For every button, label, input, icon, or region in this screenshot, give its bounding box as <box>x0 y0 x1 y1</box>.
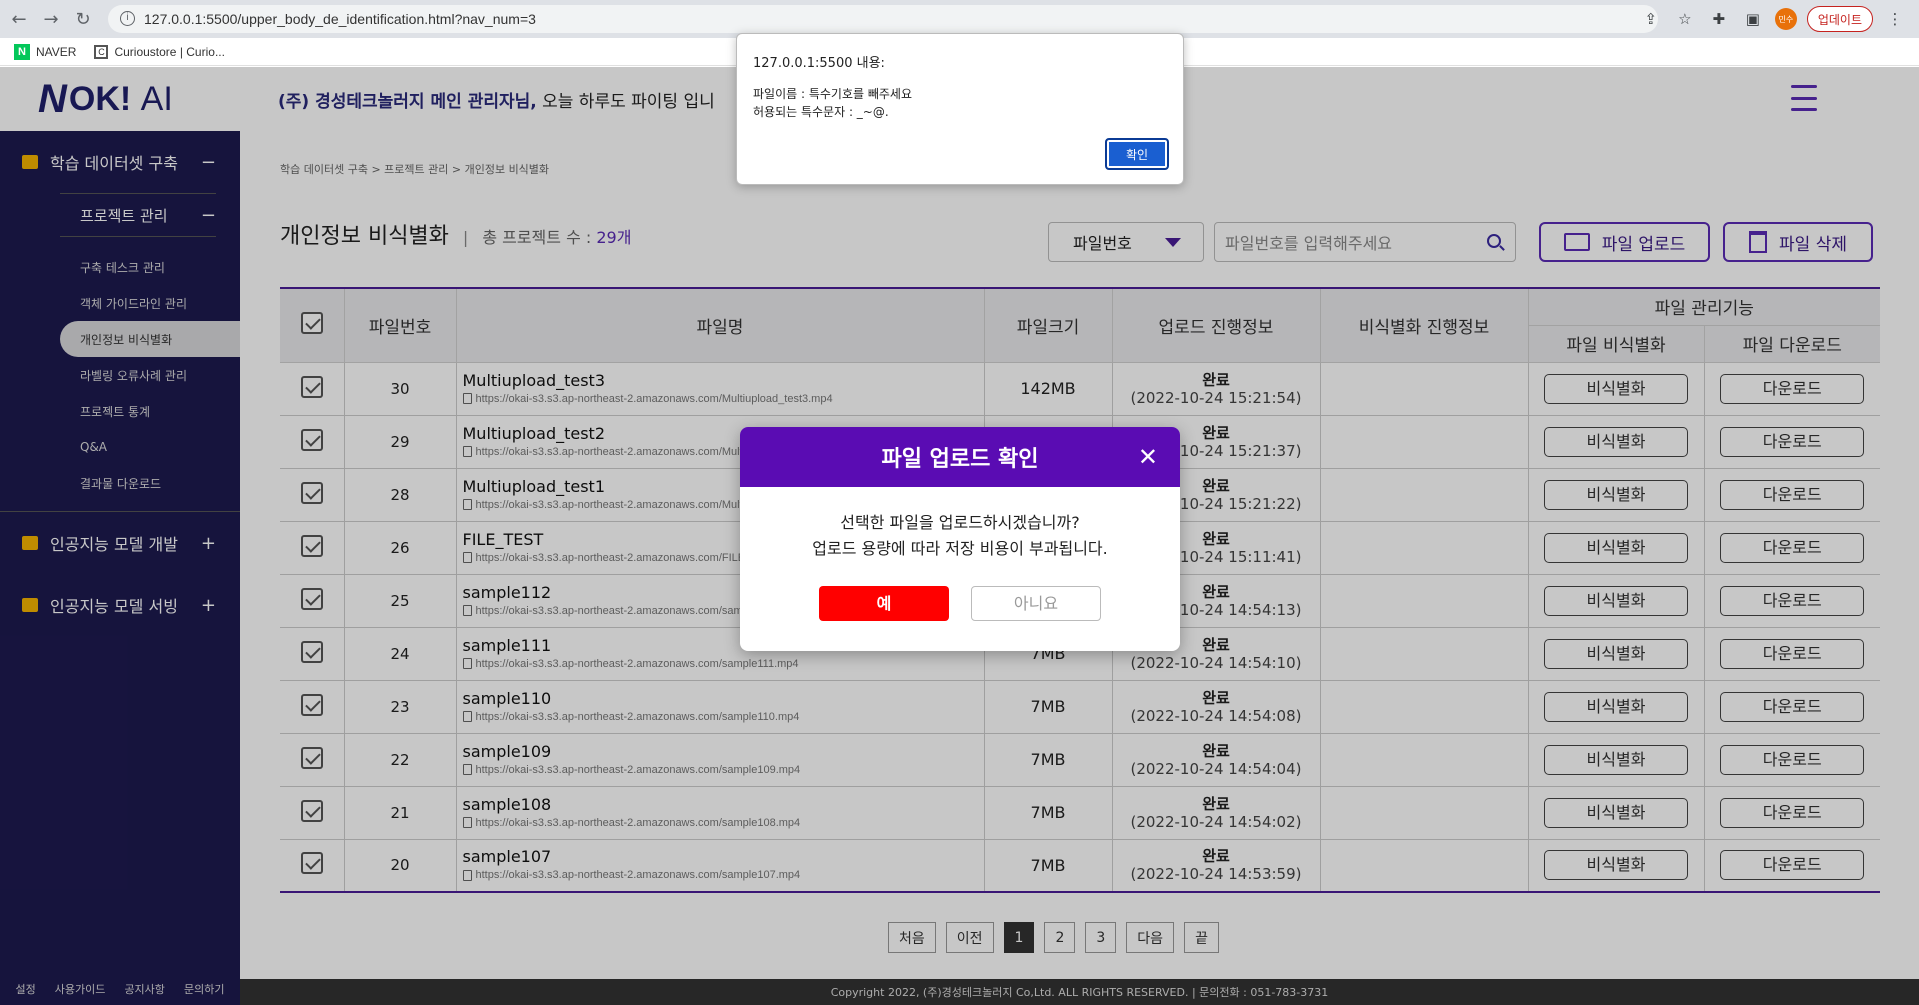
browser-alert-dialog: 127.0.0.1:5500 내용: 파일이름 : 특수기호를 빼주세요 허용되… <box>736 33 1184 185</box>
sidepanel-icon[interactable]: ▣ <box>1741 7 1765 31</box>
menu-dots-icon[interactable]: ⋮ <box>1883 7 1907 31</box>
update-button[interactable]: 업데이트 <box>1806 6 1873 32</box>
confirm-no-button[interactable]: 아니요 <box>971 586 1101 621</box>
modal-header: 파일 업로드 확인 ✕ <box>740 427 1180 487</box>
modal-title: 파일 업로드 확인 <box>881 447 1039 472</box>
address-bar[interactable]: i 127.0.0.1:5500/upper_body_de_identific… <box>108 5 1658 33</box>
forward-icon[interactable]: → <box>38 6 64 32</box>
curioustore-icon: C <box>94 44 109 59</box>
bookmark-curioustore[interactable]: C Curioustore | Curio... <box>94 44 225 59</box>
reload-icon[interactable]: ↻ <box>70 6 96 32</box>
bookmark-naver[interactable]: N NAVER <box>14 43 76 60</box>
share-icon[interactable]: ⇪ <box>1639 7 1663 31</box>
modal-message-line1: 선택한 파일을 업로드하시겠습니까? <box>840 513 1080 532</box>
naver-icon: N <box>14 43 30 60</box>
alert-ok-button[interactable]: 확인 <box>1105 138 1169 170</box>
bookmark-star-icon[interactable]: ☆ <box>1673 7 1697 31</box>
url-text: 127.0.0.1:5500/upper_body_de_identificat… <box>144 11 536 27</box>
upload-confirm-modal: 파일 업로드 확인 ✕ 선택한 파일을 업로드하시겠습니까? 업로드 용량에 따… <box>740 427 1180 651</box>
back-icon[interactable]: ← <box>6 6 32 32</box>
alert-line2: 허용되는 특수문자 : _~@. <box>753 105 889 119</box>
alert-title: 127.0.0.1:5500 내용: <box>753 56 885 71</box>
profile-avatar[interactable]: 민수 <box>1774 8 1797 30</box>
modal-body: 선택한 파일을 업로드하시겠습니까? 업로드 용량에 따라 저장 비용이 부과됩… <box>740 487 1180 621</box>
alert-line1: 파일이름 : 특수기호를 빼주세요 <box>753 87 913 101</box>
info-icon[interactable]: i <box>120 11 135 26</box>
confirm-yes-button[interactable]: 예 <box>819 586 949 621</box>
extensions-icon[interactable]: ✚ <box>1707 7 1731 31</box>
modal-message-line2: 업로드 용량에 따라 저장 비용이 부과됩니다. <box>812 539 1108 558</box>
close-icon[interactable]: ✕ <box>1138 443 1158 471</box>
